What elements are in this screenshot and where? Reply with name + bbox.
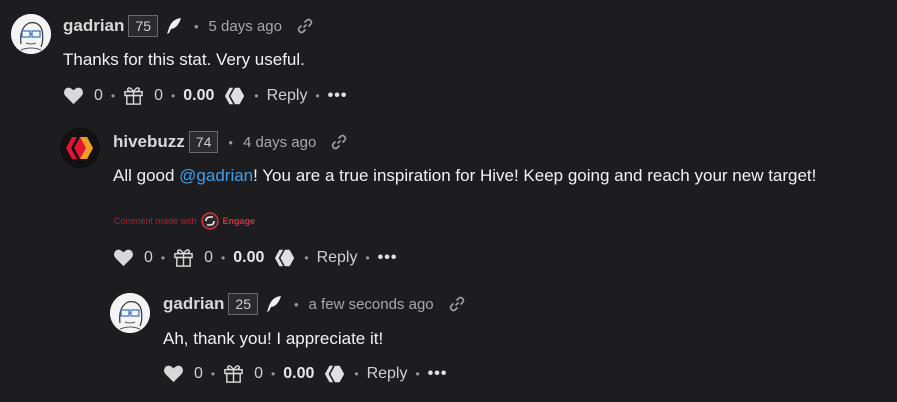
payout-value[interactable]: 0.00 (233, 249, 264, 267)
gift-icon[interactable] (173, 247, 194, 268)
separator-dot: • (365, 250, 370, 265)
heart-icon[interactable] (113, 248, 134, 267)
avatar[interactable] (11, 14, 51, 54)
payout-value[interactable]: 0.00 (183, 87, 214, 105)
hive-logo-icon (275, 249, 295, 266)
timestamp[interactable]: a few seconds ago (309, 296, 434, 313)
feather-icon (166, 18, 181, 34)
separator-dot: • (210, 366, 216, 381)
heart-icon[interactable] (63, 86, 84, 105)
separator-dot: • (315, 88, 320, 103)
reply-button[interactable]: Reply (267, 87, 308, 105)
reply-button[interactable]: Reply (367, 365, 408, 383)
separator-dot: • (160, 250, 166, 265)
comment-body: Thanks for this stat. Very useful. (63, 50, 305, 69)
avatar[interactable] (60, 128, 100, 168)
hive-logo-icon (225, 87, 245, 104)
feather-icon (266, 296, 281, 312)
reputation-badge: 25 (228, 293, 258, 315)
payout-value[interactable]: 0.00 (283, 365, 314, 383)
engage-footer[interactable]: Comment made with Engage (114, 212, 255, 230)
timestamp[interactable]: 4 days ago (243, 134, 316, 151)
more-icon[interactable]: ••• (428, 365, 448, 383)
body-suffix: ! You are a true inspiration for Hive! K… (253, 166, 817, 185)
more-icon[interactable]: ••• (378, 249, 398, 267)
reputation-badge: 74 (188, 131, 219, 153)
separator-dot: • (171, 88, 176, 103)
author-name[interactable]: hivebuzz (113, 132, 185, 152)
vote-count[interactable]: 0 (144, 249, 153, 267)
separator-dot: • (254, 88, 259, 103)
gift-count[interactable]: 0 (154, 87, 163, 105)
separator-dot: • (293, 296, 299, 312)
more-icon[interactable]: ••• (328, 87, 348, 105)
heart-icon[interactable] (163, 364, 184, 383)
gadrian-avatar-icon (110, 293, 150, 333)
gift-icon[interactable] (123, 85, 144, 106)
vote-count[interactable]: 0 (94, 87, 103, 105)
timestamp[interactable]: 5 days ago (209, 18, 282, 35)
separator-dot: • (271, 366, 276, 381)
gift-count[interactable]: 0 (204, 249, 213, 267)
vote-count[interactable]: 0 (194, 365, 203, 383)
gift-icon[interactable] (223, 363, 244, 384)
link-icon[interactable] (296, 17, 314, 35)
reply-button[interactable]: Reply (317, 249, 358, 267)
comment-body: All good @gadrian! You are a true inspir… (113, 166, 816, 186)
separator-dot: • (304, 250, 309, 265)
separator-dot: • (221, 250, 226, 265)
hivebuzz-avatar-icon (60, 128, 100, 168)
engage-logo-icon (200, 212, 219, 230)
separator-dot: • (415, 366, 420, 381)
avatar[interactable] (110, 293, 150, 333)
author-name[interactable]: gadrian (63, 16, 124, 36)
engage-name: Engage (222, 216, 256, 226)
reputation-badge: 75 (128, 15, 158, 37)
hive-logo-icon (325, 365, 345, 382)
engage-prefix: Comment made with (114, 216, 197, 226)
separator-dot: • (228, 134, 233, 150)
comment-body: Ah, thank you! I appreciate it! (163, 329, 384, 348)
link-icon[interactable] (448, 295, 466, 313)
author-name[interactable]: gadrian (163, 294, 224, 314)
mention-link[interactable]: @gadrian (179, 166, 253, 185)
separator-dot: • (354, 366, 359, 381)
gadrian-avatar-icon (11, 14, 51, 54)
separator-dot: • (110, 88, 116, 103)
gift-count[interactable]: 0 (254, 365, 263, 383)
link-icon[interactable] (330, 133, 348, 151)
separator-dot: • (193, 18, 199, 34)
body-prefix: All good (113, 166, 180, 185)
